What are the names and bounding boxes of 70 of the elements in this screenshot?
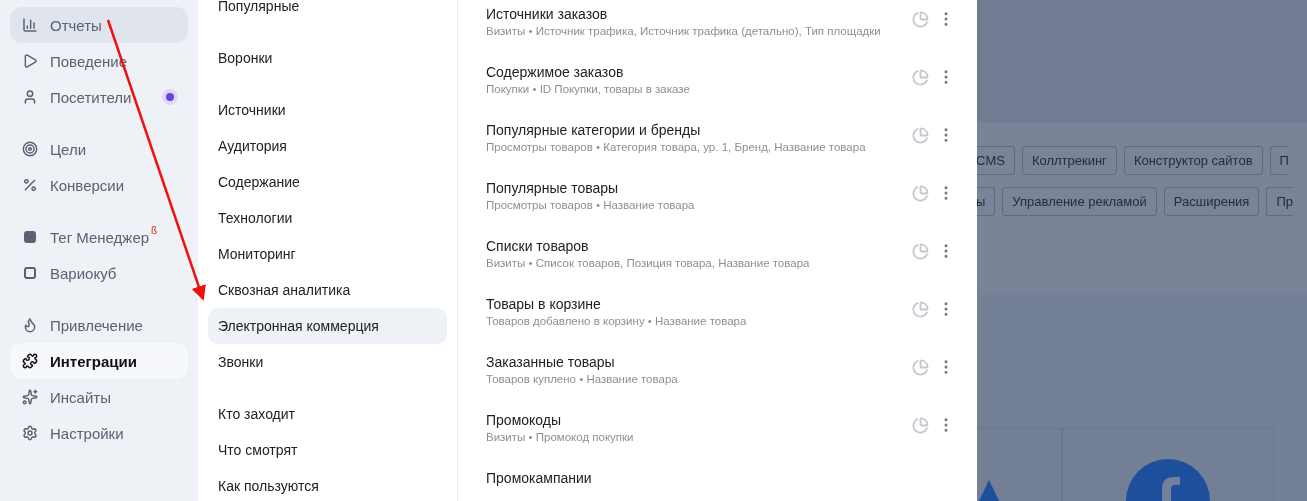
report-title[interactable]: Содержимое заказов — [486, 64, 912, 80]
bar-chart-icon — [22, 17, 38, 33]
puzzle-icon — [22, 353, 38, 369]
sidebar-item-label: Интеграции — [50, 352, 137, 370]
report-title[interactable]: Популярные категории и бренды — [486, 122, 912, 138]
report-description: Товаров добавлено в корзину • Название товара — [486, 315, 748, 327]
flame-icon — [22, 317, 38, 333]
menu-item[interactable]: Кто заходит — [208, 396, 447, 432]
report-description: Визиты • Источник трафика, Источник трафика (детально), Тип площадки — [486, 25, 882, 37]
menu-item[interactable]: Звонки — [208, 344, 447, 380]
report-title[interactable]: Популярные товары — [486, 180, 912, 196]
sidebar-item-label: Тег Менеджер — [50, 228, 150, 246]
sidebar-item-label: Вариокуб — [50, 264, 117, 282]
sidebar-item[interactable]: Отчеты — [10, 7, 188, 43]
report-description: Покупки • ID Покупки, товары в заказе — [486, 83, 691, 95]
sidebar-item[interactable]: Привлечение — [10, 307, 188, 343]
category-tag[interactable]: Конструктор сайтов — [1123, 146, 1263, 175]
menu-item[interactable]: Электронная коммерция — [208, 308, 447, 344]
menu-item[interactable]: Популярные — [208, 0, 447, 24]
menu-item[interactable]: Сквозная аналитика — [208, 272, 447, 308]
sidebar-item[interactable]: Интеграции — [10, 343, 188, 379]
report-title[interactable]: Заказанные товары — [486, 354, 912, 370]
report-title[interactable]: Товары в корзине — [486, 296, 912, 312]
report-title[interactable]: Списки товаров — [486, 238, 912, 254]
user-icon — [22, 89, 38, 105]
category-tag[interactable]: Управление рекламой — [1002, 187, 1157, 216]
sidebar-item[interactable]: Цели — [10, 131, 188, 167]
report-description: Просмотры товаров • Название товара — [486, 199, 696, 211]
sidebar-item-label: Отчеты — [50, 16, 102, 34]
square-icon — [24, 231, 36, 243]
sidebar-item-label: Настройки — [50, 424, 124, 442]
percent-icon — [22, 177, 38, 193]
report-description: Визиты • Промокод покупки — [486, 431, 635, 443]
category-tag[interactable]: Расширения — [1163, 187, 1260, 216]
sidebar-item[interactable]: Вариокуб — [10, 255, 188, 291]
sidebar-item[interactable]: Посетители — [10, 79, 188, 115]
menu-item[interactable]: Воронки — [208, 40, 447, 76]
target-icon — [22, 141, 38, 157]
menu-item[interactable]: Мониторинг — [208, 236, 447, 272]
category-tag[interactable]: ы — [977, 187, 996, 216]
sparkles-icon — [22, 389, 38, 405]
square-icon — [24, 267, 36, 279]
sidebar-item[interactable]: Инсайты — [10, 379, 188, 415]
sidebar-item-label: Цели — [50, 140, 87, 158]
menu-item[interactable]: Источники — [208, 92, 447, 128]
menu-item[interactable]: Технологии — [208, 200, 447, 236]
report-title[interactable]: Промокампании — [486, 470, 955, 486]
play-icon — [22, 53, 38, 69]
category-tag[interactable]: Пр — [1266, 187, 1293, 216]
sidebar-item-label: Конверсии — [50, 176, 125, 194]
menu-item[interactable]: Содержание — [208, 164, 447, 200]
category-tag[interactable]: П — [1269, 146, 1289, 175]
menu-item[interactable]: Аудитория — [208, 128, 447, 164]
triangle-logo-icon — [977, 480, 1001, 501]
menu-item[interactable]: Как пользуются — [208, 468, 447, 501]
sidebar-item-label: Привлечение — [50, 316, 143, 334]
settings-icon — [22, 425, 38, 441]
menu-item[interactable]: Что смотрят — [208, 432, 447, 468]
sidebar-item[interactable]: Настройки — [10, 415, 188, 451]
beta-mark: ß — [151, 225, 158, 236]
sidebar-item-label: Посетители — [50, 88, 132, 106]
category-tag[interactable]: Коллтрекинг — [1021, 146, 1117, 175]
report-description: Товаров куплено • Название товара — [486, 373, 679, 385]
report-description: Просмотры товаров • Категория товара, ур. 1, Бренд, Название товара — [486, 141, 867, 153]
report-title[interactable]: Источники заказов — [486, 6, 912, 22]
report-title[interactable]: Промокоды — [486, 412, 912, 428]
sidebar-item-label: Инсайты — [50, 388, 111, 406]
sidebar-item[interactable]: Конверсии — [10, 167, 188, 203]
category-tag[interactable]: CMS — [977, 146, 1015, 175]
report-description: Визиты • Список товаров, Позиция товара, Название товара — [486, 257, 811, 269]
